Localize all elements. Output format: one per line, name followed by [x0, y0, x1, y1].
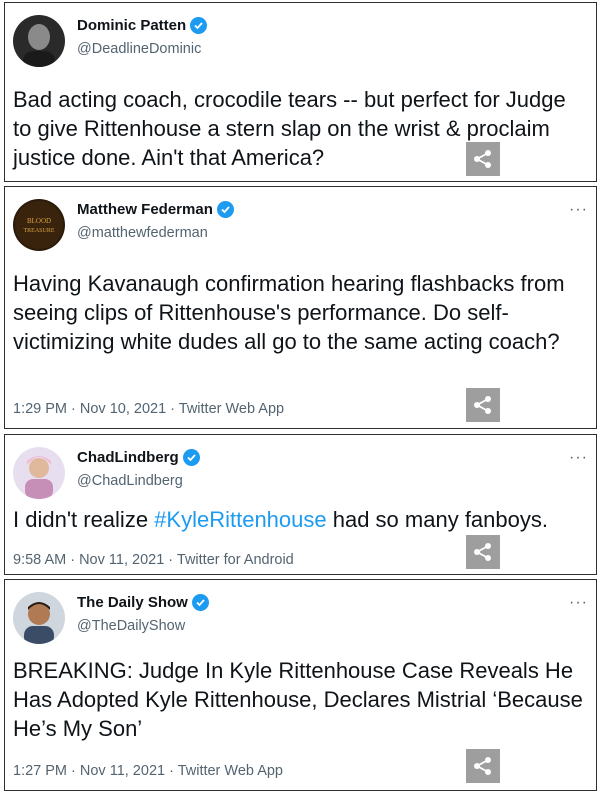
tweet-card-daily-show: The Daily Show @TheDailyShow ··· BREAKIN… — [4, 579, 597, 791]
share-button[interactable] — [466, 535, 500, 569]
avatar[interactable] — [13, 15, 65, 67]
more-options-icon[interactable]: ··· — [569, 449, 588, 467]
author-name[interactable]: Matthew Federman — [77, 201, 213, 218]
tweet-text: Having Kavanaugh confirmation hearing fl… — [13, 271, 565, 354]
tweet-timestamp[interactable]: 9:58 AM · Nov 11, 2021 · Twitter for And… — [13, 552, 294, 568]
more-options-icon[interactable]: ··· — [569, 201, 588, 219]
svg-text:TREASURE: TREASURE — [23, 228, 54, 234]
tweet-timestamp[interactable]: 1:29 PM · Nov 10, 2021 · Twitter Web App — [13, 401, 284, 417]
avatar[interactable]: BLOOD TREASURE — [13, 199, 65, 251]
avatar[interactable] — [13, 447, 65, 499]
share-button[interactable] — [466, 749, 500, 783]
verified-badge-icon — [182, 449, 200, 466]
tweet-text: BREAKING: Judge In Kyle Rittenhouse Case… — [13, 658, 583, 741]
share-icon — [474, 757, 491, 775]
tweet-text-start: I didn't realize — [13, 507, 155, 532]
avatar[interactable] — [13, 592, 65, 644]
tweet-text-end: had so many fanboys. — [326, 507, 548, 532]
author-name[interactable]: Dominic Patten — [77, 17, 186, 34]
tweet-card-dominic-patten: Dominic Patten @DeadlineDominic Bad acti… — [4, 2, 597, 182]
hashtag-link[interactable]: #KyleRittenhouse — [154, 507, 326, 532]
verified-badge-icon — [216, 201, 234, 218]
tweet-card-matthew-federman: BLOOD TREASURE Matthew Federman @matthew… — [4, 186, 597, 429]
tweet-card-chad-lindberg: ChadLindberg @ChadLindberg ··· I didn't … — [4, 434, 597, 575]
svg-text:BLOOD: BLOOD — [27, 217, 51, 225]
tweet-text: I didn't realize #KyleRittenhouse had so… — [13, 505, 588, 534]
tweet-text: Bad acting coach, crocodile tears -- but… — [13, 87, 566, 170]
author-handle[interactable]: @ChadLindberg — [77, 473, 183, 489]
author-handle[interactable]: @matthewfederman — [77, 225, 208, 241]
share-button[interactable] — [466, 388, 500, 422]
more-options-icon[interactable]: ··· — [569, 594, 588, 612]
tweet-timestamp[interactable]: 1:27 PM · Nov 11, 2021 · Twitter Web App — [13, 763, 283, 779]
share-button[interactable] — [466, 142, 500, 176]
share-icon — [474, 150, 491, 168]
author-handle[interactable]: @TheDailyShow — [77, 618, 185, 634]
share-icon — [474, 396, 491, 414]
author-handle[interactable]: @DeadlineDominic — [77, 41, 201, 57]
author-name[interactable]: ChadLindberg — [77, 449, 179, 466]
verified-badge-icon — [191, 594, 209, 611]
share-icon — [474, 543, 491, 561]
verified-badge-icon — [190, 17, 208, 34]
author-name[interactable]: The Daily Show — [77, 594, 188, 611]
